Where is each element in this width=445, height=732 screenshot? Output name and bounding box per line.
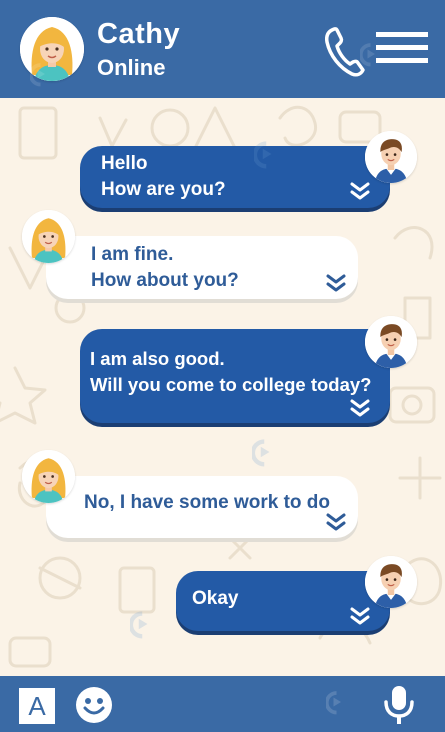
watermark-logo bbox=[326, 688, 386, 716]
keyboard-icon: A bbox=[28, 691, 46, 721]
microphone-icon bbox=[384, 686, 414, 724]
contact-status: Online bbox=[97, 55, 166, 80]
chevron-double-down-icon[interactable] bbox=[350, 399, 370, 417]
watermark-logo bbox=[30, 60, 90, 88]
watermark-logo bbox=[360, 40, 420, 68]
watermark-logo bbox=[252, 436, 322, 468]
contact-avatar-small bbox=[22, 450, 75, 503]
watermark-logo bbox=[130, 608, 200, 640]
chevron-double-down-icon[interactable] bbox=[326, 513, 346, 531]
chevron-double-down-icon[interactable] bbox=[350, 607, 370, 625]
message-text: No, I have some work to do bbox=[84, 492, 330, 513]
contact-name: Cathy bbox=[97, 18, 181, 50]
message-bubble-incoming[interactable]: I am fine. How about you? bbox=[46, 236, 358, 299]
chat-area[interactable]: Hello How are you? I am fine. How about … bbox=[0, 98, 445, 676]
watermark-logo bbox=[254, 138, 324, 170]
sender-avatar bbox=[365, 131, 417, 183]
contact-avatar-small bbox=[22, 210, 75, 263]
chevron-double-down-icon[interactable] bbox=[350, 182, 370, 200]
sender-avatar bbox=[365, 556, 417, 608]
message-bubble-incoming[interactable]: No, I have some work to do bbox=[46, 476, 358, 538]
emoji-icon bbox=[76, 687, 112, 723]
emoji-button[interactable] bbox=[75, 686, 113, 724]
keyboard-button[interactable]: A bbox=[19, 688, 55, 724]
message-bubble-outgoing[interactable]: I am also good. Will you come to college… bbox=[80, 329, 390, 423]
message-bubble-outgoing[interactable]: Hello How are you? bbox=[80, 146, 390, 208]
message-text: I am also good. Will you come to college… bbox=[90, 348, 372, 395]
chat-header: Cathy Online bbox=[0, 0, 445, 98]
chat-footer: A bbox=[0, 676, 445, 732]
message-text: I am fine. How about you? bbox=[91, 244, 239, 291]
microphone-button[interactable] bbox=[380, 684, 418, 726]
chevron-double-down-icon[interactable] bbox=[326, 274, 346, 292]
message-bubble-outgoing[interactable]: Okay bbox=[176, 571, 390, 631]
message-text: Hello How are you? bbox=[101, 153, 226, 200]
sender-avatar bbox=[365, 316, 417, 368]
